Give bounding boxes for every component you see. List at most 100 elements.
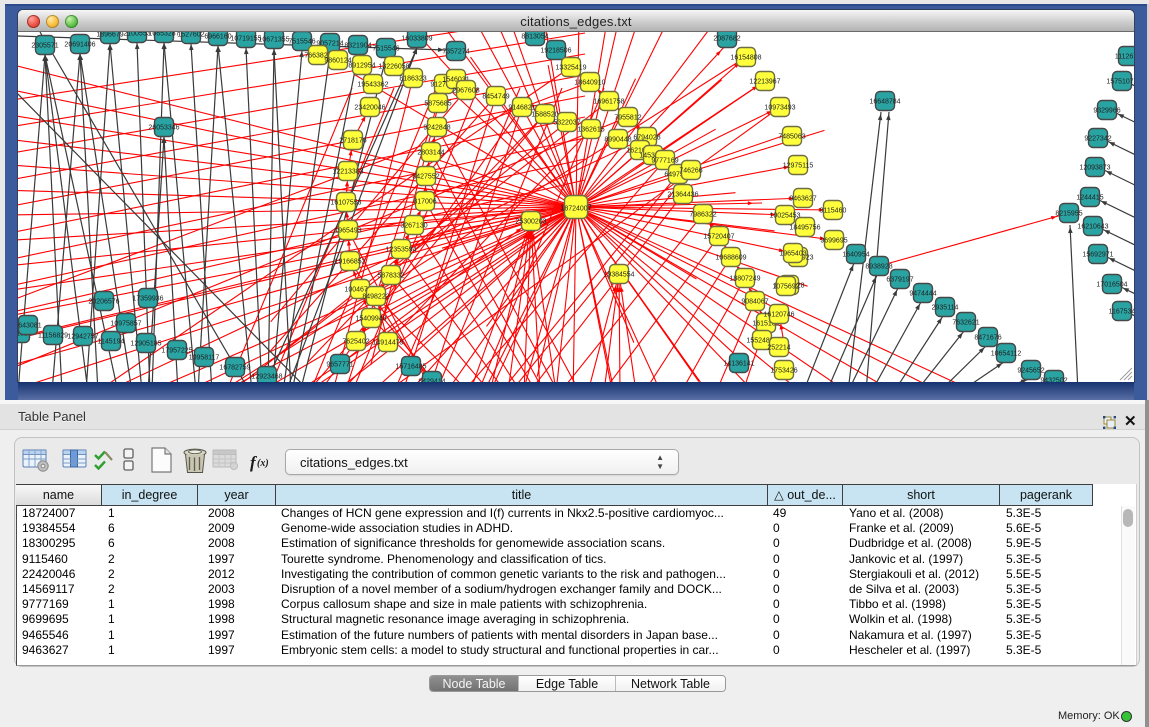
svg-text:12975115: 12975115 <box>783 162 814 169</box>
svg-text:9115460: 9115460 <box>820 207 847 214</box>
svg-text:7485063: 7485063 <box>778 133 805 140</box>
svg-text:8186323: 8186323 <box>399 75 426 82</box>
svg-text:817006: 817006 <box>413 198 436 205</box>
svg-text:10671355: 10671355 <box>258 36 289 43</box>
svg-text:7955812: 7955812 <box>614 114 641 121</box>
svg-text:5322037: 5322037 <box>553 119 580 126</box>
svg-text:10975857: 10975857 <box>110 320 141 327</box>
svg-text:1640954: 1640954 <box>842 251 869 258</box>
svg-text:5875685: 5875685 <box>424 100 451 107</box>
svg-text:16120746: 16120746 <box>763 311 794 318</box>
svg-text:9242848: 9242848 <box>423 124 450 131</box>
svg-text:10958117: 10958117 <box>189 354 220 361</box>
svg-text:20691406: 20691406 <box>64 41 95 48</box>
svg-text:12942757: 12942757 <box>67 333 98 340</box>
svg-text:252214: 252214 <box>767 344 790 351</box>
svg-text:18724007: 18724007 <box>560 205 591 212</box>
svg-text:7986322: 7986322 <box>689 211 716 218</box>
svg-text:10025453: 10025453 <box>769 212 800 219</box>
svg-text:1588520: 1588520 <box>531 111 558 118</box>
svg-text:1965493: 1965493 <box>334 227 361 234</box>
svg-text:9777169: 9777169 <box>651 157 678 164</box>
svg-text:19384554: 19384554 <box>603 271 634 278</box>
svg-text:21364436: 21364436 <box>667 191 698 198</box>
svg-text:9699695: 9699695 <box>820 237 847 244</box>
svg-text:20206576: 20206576 <box>88 298 119 305</box>
svg-text:16782759: 16782759 <box>219 364 250 371</box>
svg-text:17016504: 17016504 <box>1096 281 1127 288</box>
svg-text:18807249: 18807249 <box>729 275 760 282</box>
svg-text:12213967: 12213967 <box>749 78 780 85</box>
svg-text:8990448: 8990448 <box>604 136 631 143</box>
svg-text:10654112: 10654112 <box>991 350 1022 357</box>
svg-text:8938928: 8938928 <box>865 263 892 270</box>
svg-text:18640910: 18640910 <box>574 79 605 86</box>
svg-text:7515546: 7515546 <box>372 45 399 52</box>
svg-text:1075692: 1075692 <box>772 283 799 290</box>
svg-text:12093873: 12093873 <box>1079 164 1110 171</box>
svg-text:17359936: 17359936 <box>132 295 163 302</box>
svg-text:746266: 746266 <box>679 167 702 174</box>
svg-text:9245652: 9245652 <box>1017 367 1044 374</box>
svg-text:1244415: 1244415 <box>1076 194 1103 201</box>
svg-text:2803144: 2803144 <box>417 149 444 156</box>
svg-text:11156829: 11156829 <box>38 332 68 339</box>
svg-text:9657771: 9657771 <box>326 361 353 368</box>
svg-text:1362615: 1362615 <box>577 126 604 133</box>
svg-text:8321904: 8321904 <box>344 42 371 49</box>
svg-text:3267130: 3267130 <box>400 222 427 229</box>
svg-text:23420046: 23420046 <box>354 104 385 111</box>
svg-text:1753426: 1753426 <box>770 367 797 374</box>
svg-text:12923468: 12923468 <box>251 373 282 380</box>
svg-text:1527602: 1527602 <box>177 32 204 38</box>
svg-text:10653287: 10653287 <box>148 32 179 37</box>
svg-text:15720407: 15720407 <box>703 233 734 240</box>
svg-text:13325419: 13325419 <box>555 64 586 71</box>
svg-text:15716485: 15716485 <box>395 363 426 370</box>
svg-text:1643081: 1643081 <box>18 322 42 329</box>
svg-text:10973493: 10973493 <box>764 104 795 111</box>
svg-text:7632621: 7632621 <box>952 319 979 326</box>
svg-text:9084067: 9084067 <box>741 298 768 305</box>
svg-text:26053346: 26053346 <box>148 124 179 131</box>
svg-text:16961758: 16961758 <box>593 98 624 105</box>
svg-text:9227342: 9227342 <box>1084 135 1111 142</box>
svg-text:8215955: 8215955 <box>1055 210 1082 217</box>
svg-text:14914479: 14914479 <box>372 339 403 346</box>
svg-text:19543362: 19543362 <box>357 81 388 88</box>
svg-text:10719155: 10719155 <box>230 35 261 42</box>
svg-text:15692971: 15692971 <box>1082 251 1113 258</box>
svg-text:16210643: 16210643 <box>1077 223 1108 230</box>
svg-text:8912954: 8912954 <box>348 62 375 69</box>
svg-text:10688609: 10688609 <box>715 254 746 261</box>
svg-text:2087682: 2087682 <box>713 35 740 42</box>
svg-text:9329966: 9329966 <box>1093 107 1120 114</box>
svg-text:6966160: 6966160 <box>204 33 231 40</box>
svg-text:6379197: 6379197 <box>886 276 913 283</box>
svg-text:25300203: 25300203 <box>515 218 546 225</box>
svg-text:16107553: 16107553 <box>330 199 361 206</box>
svg-text:16033809: 16033809 <box>401 35 432 42</box>
svg-text:2967608: 2967608 <box>452 87 479 94</box>
svg-text:16154808: 16154808 <box>730 54 761 61</box>
svg-text:5878332: 5878332 <box>377 272 404 279</box>
svg-text:19166852: 19166852 <box>334 258 365 265</box>
svg-text:12353594: 12353594 <box>385 246 416 253</box>
svg-text:1145194: 1145194 <box>98 338 125 345</box>
svg-text:18495756: 18495756 <box>789 224 820 231</box>
svg-text:1167534: 1167534 <box>1109 308 1134 315</box>
svg-text:1112674: 1112674 <box>1115 53 1134 60</box>
svg-text:8454749: 8454749 <box>482 93 509 100</box>
svg-text:17957225: 17957225 <box>161 347 192 354</box>
svg-text:16648784: 16648784 <box>869 98 900 105</box>
svg-text:1896679: 1896679 <box>96 32 123 38</box>
svg-text:(x): (x) <box>257 458 269 469</box>
svg-text:12213383: 12213383 <box>332 168 363 175</box>
svg-text:7625402: 7625402 <box>342 338 369 345</box>
svg-text:12905185: 12905185 <box>130 340 161 347</box>
svg-text:8471676: 8471676 <box>974 334 1001 341</box>
svg-text:8427552: 8427552 <box>412 173 439 180</box>
svg-text:15409948: 15409948 <box>355 315 386 322</box>
svg-text:2100553: 2100553 <box>123 32 150 37</box>
svg-text:7515546: 7515546 <box>288 38 315 45</box>
